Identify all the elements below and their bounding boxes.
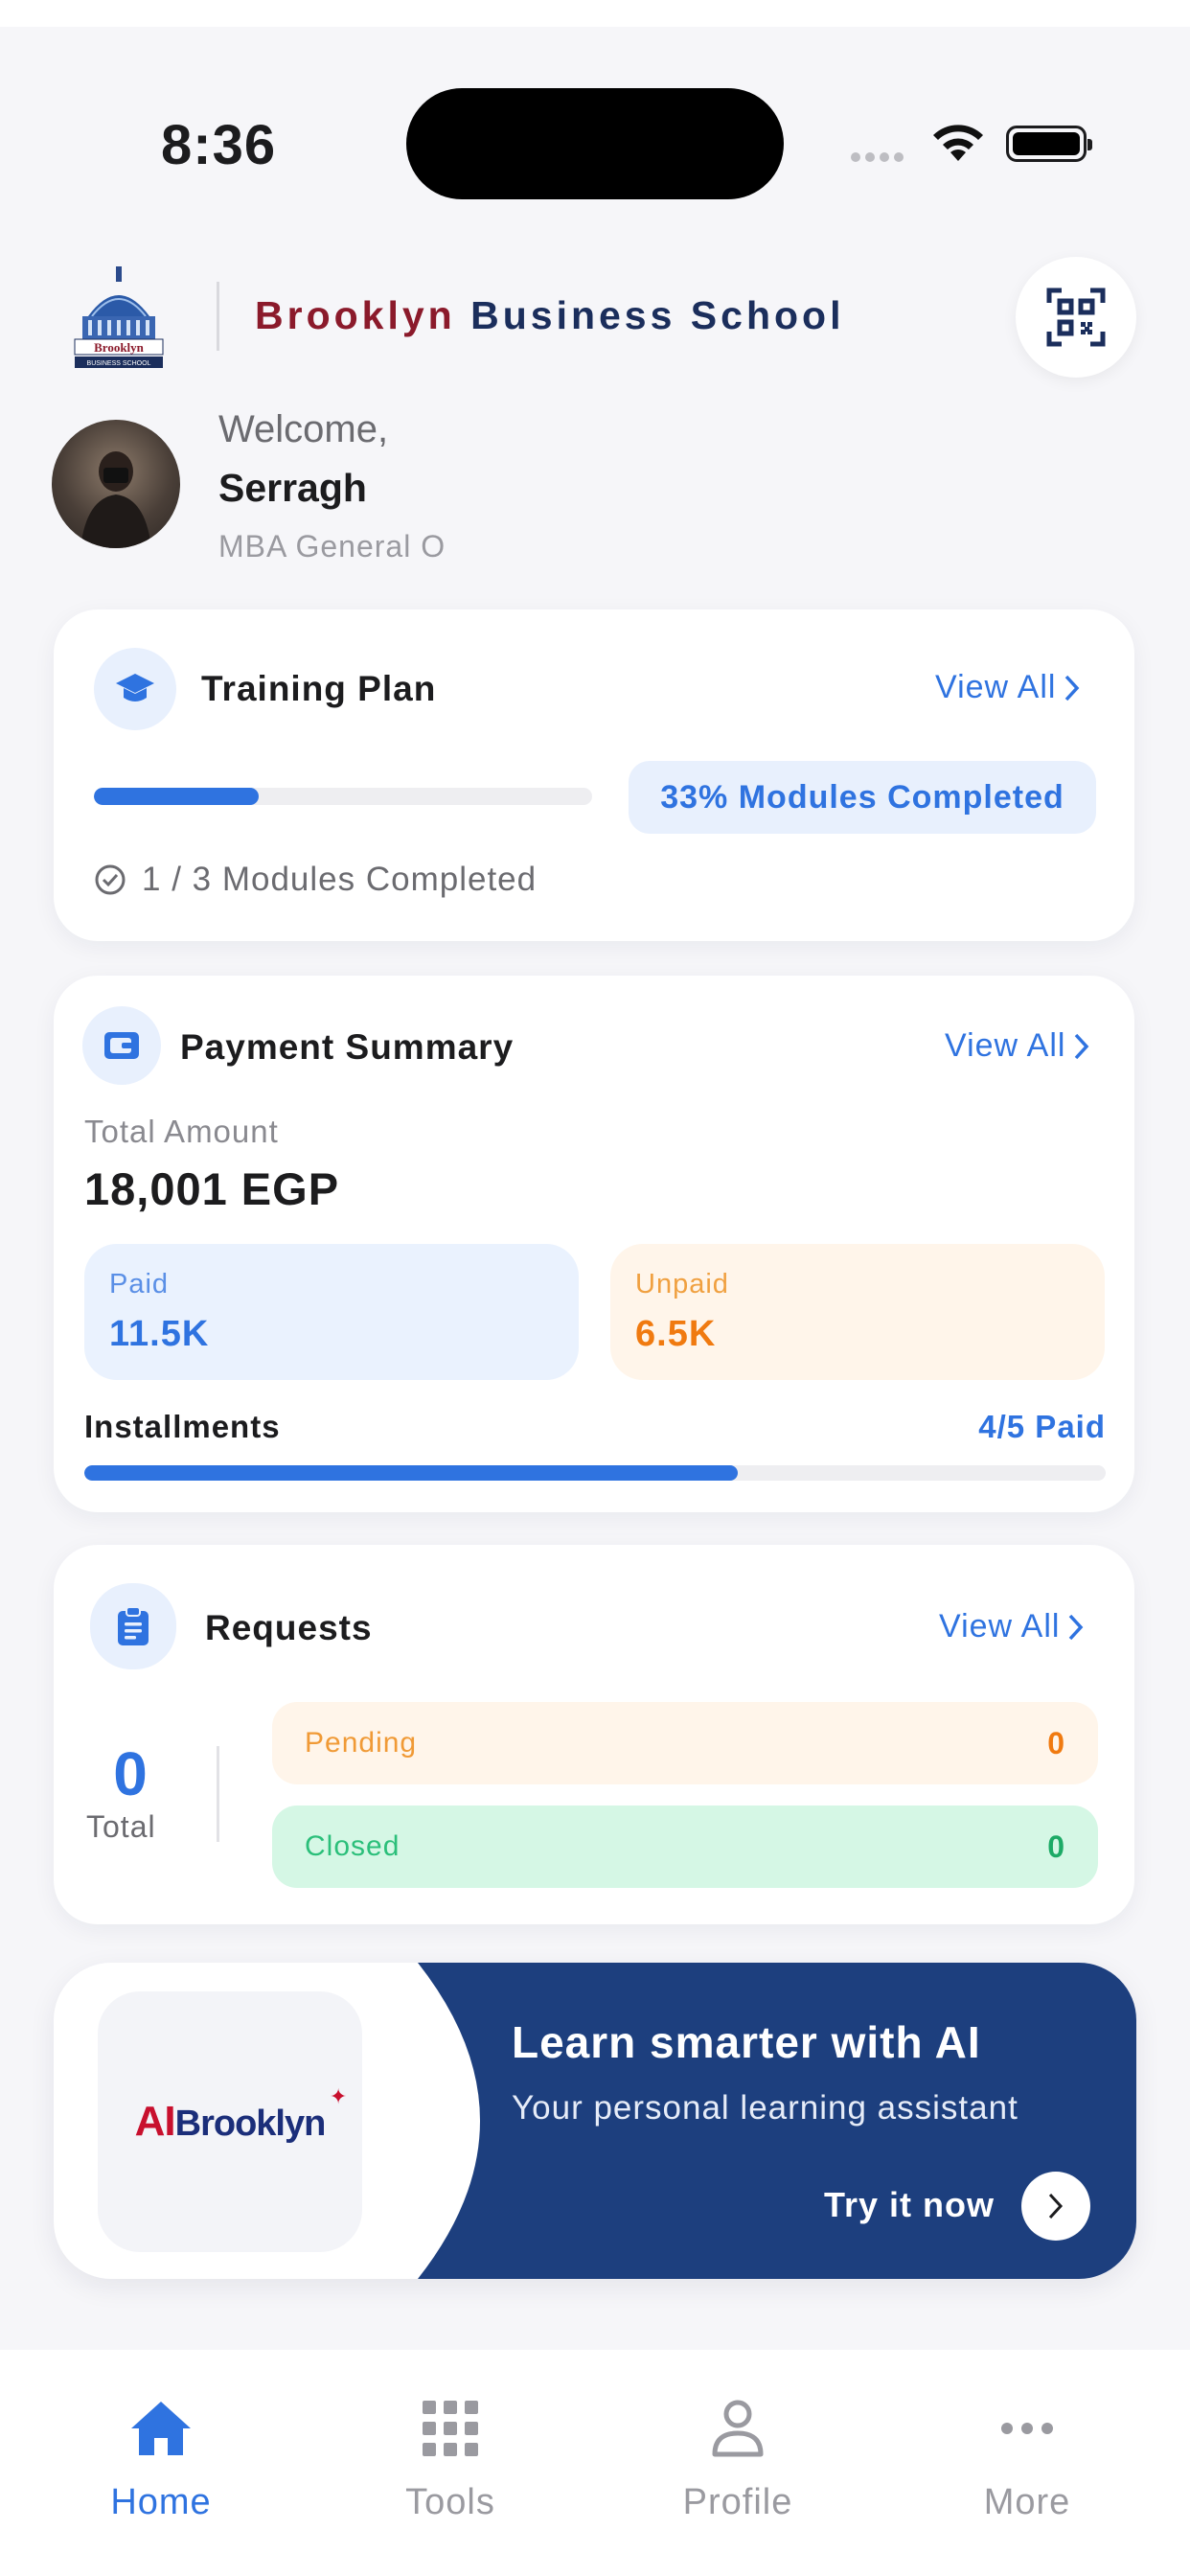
more-icon [931, 2390, 1123, 2467]
clipboard-icon [90, 1583, 176, 1669]
wifi-icon [933, 125, 983, 161]
requests-view-all-link[interactable]: View All [939, 1608, 1085, 1645]
view-all-label: View All [939, 1608, 1061, 1644]
school-name-part1: Brooklyn [255, 293, 456, 337]
dynamic-island [406, 88, 784, 199]
requests-title: Requests [205, 1608, 373, 1647]
tab-tools[interactable]: Tools [355, 2390, 546, 2523]
qr-code-icon [1046, 288, 1106, 347]
grid-icon [355, 2390, 546, 2467]
cellular-signal-icon [851, 150, 908, 167]
total-amount-value: 18,001 EGP [84, 1163, 340, 1214]
person-icon [642, 2390, 834, 2467]
logo-brand-text: Brooklyn [174, 2104, 327, 2144]
welcome-text: Welcome, [218, 408, 389, 450]
paid-value: 11.5K [109, 1314, 210, 1354]
tab-profile-label: Profile [682, 2482, 793, 2522]
try-it-now-button[interactable] [1021, 2172, 1090, 2241]
school-logo: Brooklyn BUSINESS SCHOOL [74, 266, 164, 368]
requests-total-label: Total [86, 1809, 156, 1844]
installments-label: Installments [84, 1409, 281, 1444]
qr-scan-button[interactable] [1016, 257, 1136, 378]
status-time: 8:36 [161, 114, 277, 176]
ai-brooklyn-logo: AIBrooklyn ✦ [98, 1991, 362, 2252]
tab-more-label: More [983, 2482, 1071, 2522]
paid-label: Paid [109, 1269, 170, 1300]
closed-requests-row[interactable]: Closed 0 [272, 1806, 1098, 1888]
app-screen: 8:36 Brooklyn BUSINESS SCHOOL Brooklyn B… [0, 0, 1190, 2576]
chevron-right-icon [1048, 2193, 1064, 2220]
tab-tools-label: Tools [405, 2482, 495, 2522]
chevron-right-icon [1069, 1614, 1084, 1640]
tab-more[interactable]: More [931, 2390, 1123, 2523]
closed-label: Closed [305, 1830, 400, 1862]
wallet-icon [82, 1006, 161, 1085]
ai-assistant-banner[interactable]: AIBrooklyn ✦ Learn smarter with AI Your … [54, 1963, 1136, 2279]
chevron-right-icon [1065, 675, 1080, 701]
total-amount-label: Total Amount [84, 1114, 279, 1149]
ai-banner-title: Learn smarter with AI [512, 2017, 981, 2067]
avatar-photo [80, 451, 151, 548]
pending-requests-row[interactable]: Pending 0 [272, 1702, 1098, 1784]
view-all-label: View All [945, 1027, 1066, 1064]
training-plan-title: Training Plan [201, 669, 437, 708]
tab-home[interactable]: Home [65, 2390, 257, 2523]
payment-view-all-link[interactable]: View All [945, 1027, 1090, 1065]
ai-banner-subtitle: Your personal learning assistant [512, 2089, 1018, 2127]
training-progress-bar [94, 788, 592, 805]
requests-divider [217, 1746, 219, 1842]
user-name: Serragh [218, 466, 367, 510]
logo-ai-text: AI [134, 2098, 176, 2145]
try-it-now-link[interactable]: Try it now [824, 2185, 995, 2225]
unpaid-box: Unpaid 6.5K [610, 1244, 1105, 1380]
sparkle-icon: ✦ [329, 2084, 347, 2108]
unpaid-label: Unpaid [635, 1269, 729, 1300]
installments-progress-fill [84, 1465, 739, 1481]
payment-summary-title: Payment Summary [180, 1027, 515, 1067]
svg-text:BUSINESS SCHOOL: BUSINESS SCHOOL [87, 360, 151, 367]
paid-box: Paid 11.5K [84, 1244, 579, 1380]
user-program: MBA General O [218, 529, 446, 564]
pending-label: Pending [305, 1727, 418, 1759]
installments-progress-bar [84, 1465, 1106, 1481]
battery-icon [1006, 126, 1092, 162]
closed-count: 0 [1047, 1828, 1065, 1864]
school-name: Brooklyn Business School [255, 293, 844, 338]
graduation-cap-icon [94, 648, 176, 730]
school-name-part2: Business School [470, 293, 845, 337]
svg-text:Brooklyn: Brooklyn [94, 340, 145, 355]
unpaid-value: 6.5K [635, 1314, 717, 1354]
progress-badge: 33% Modules Completed [629, 761, 1096, 834]
chevron-right-icon [1075, 1033, 1089, 1059]
pending-count: 0 [1047, 1725, 1065, 1760]
training-view-all-link[interactable]: View All [935, 669, 1081, 706]
tab-profile[interactable]: Profile [642, 2390, 834, 2523]
home-icon [65, 2390, 257, 2467]
requests-total-value: 0 [113, 1739, 148, 1808]
modules-completed-text: 1 / 3 Modules Completed [142, 861, 538, 898]
installments-paid: 4/5 Paid [978, 1409, 1106, 1444]
check-circle-icon [95, 864, 126, 895]
tab-home-label: Home [110, 2482, 212, 2522]
bottom-tab-bar: Home Tools Profile More [0, 2350, 1190, 2576]
logo-divider [217, 282, 219, 351]
view-all-label: View All [935, 669, 1057, 705]
training-progress-fill [94, 788, 259, 805]
avatar[interactable] [52, 420, 180, 548]
modules-completed-line: 1 / 3 Modules Completed [94, 861, 537, 899]
